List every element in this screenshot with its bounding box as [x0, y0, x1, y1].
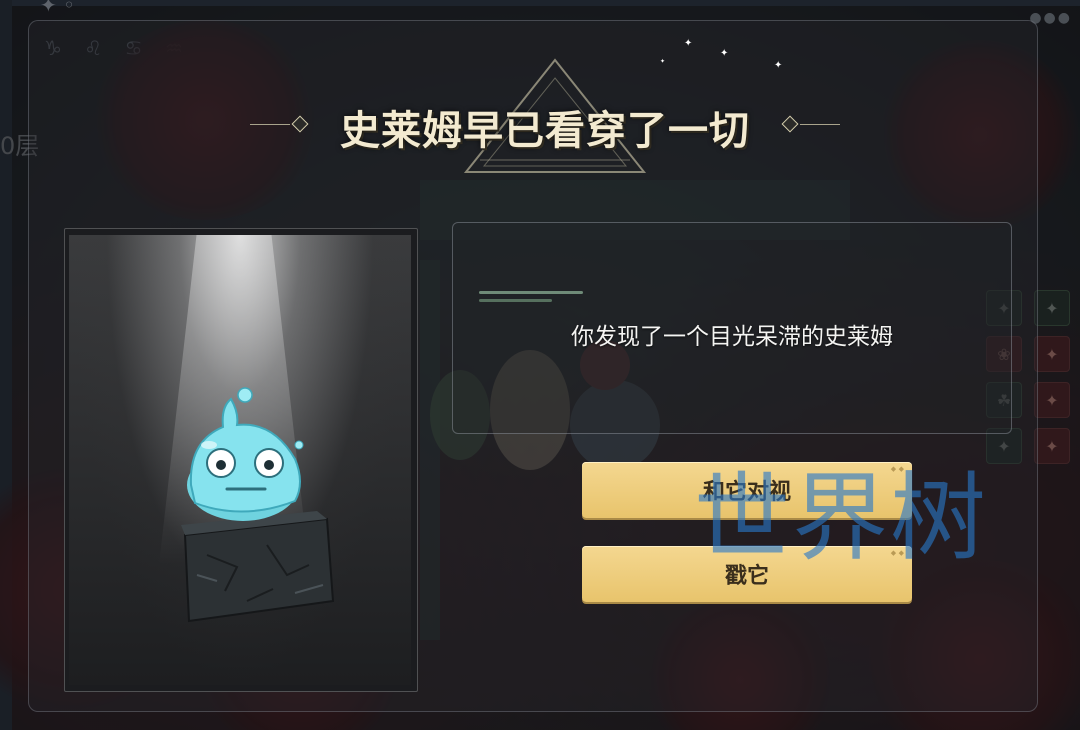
title-divider — [250, 124, 290, 125]
title-divider — [800, 124, 840, 125]
spotlight-backdrop — [69, 235, 411, 685]
diamond-ornament-icon — [781, 115, 799, 133]
sparkle-icon: ✦ — [684, 38, 693, 49]
option-stare-button[interactable]: 和它对视 — [582, 462, 912, 518]
event-text-panel: 你发现了一个目光呆滞的史莱姆 — [452, 222, 1012, 434]
sparkle-icon: ✦ — [660, 58, 666, 65]
slime-icon — [187, 387, 304, 521]
option-poke-button[interactable]: 戳它 — [582, 546, 912, 602]
diamond-ornament-icon — [291, 115, 309, 133]
event-title: 史莱姆早已看穿了一切 — [340, 107, 750, 154]
sparkle-icon: ✦ — [774, 60, 783, 71]
event-title-bar: 史莱姆早已看穿了一切 — [250, 92, 840, 162]
event-message: 你发现了一个目光呆滞的史莱姆 — [571, 324, 893, 350]
decorative-lines — [479, 291, 583, 307]
event-illustration — [64, 228, 418, 692]
sparkle-icon: ✦ — [720, 48, 729, 59]
